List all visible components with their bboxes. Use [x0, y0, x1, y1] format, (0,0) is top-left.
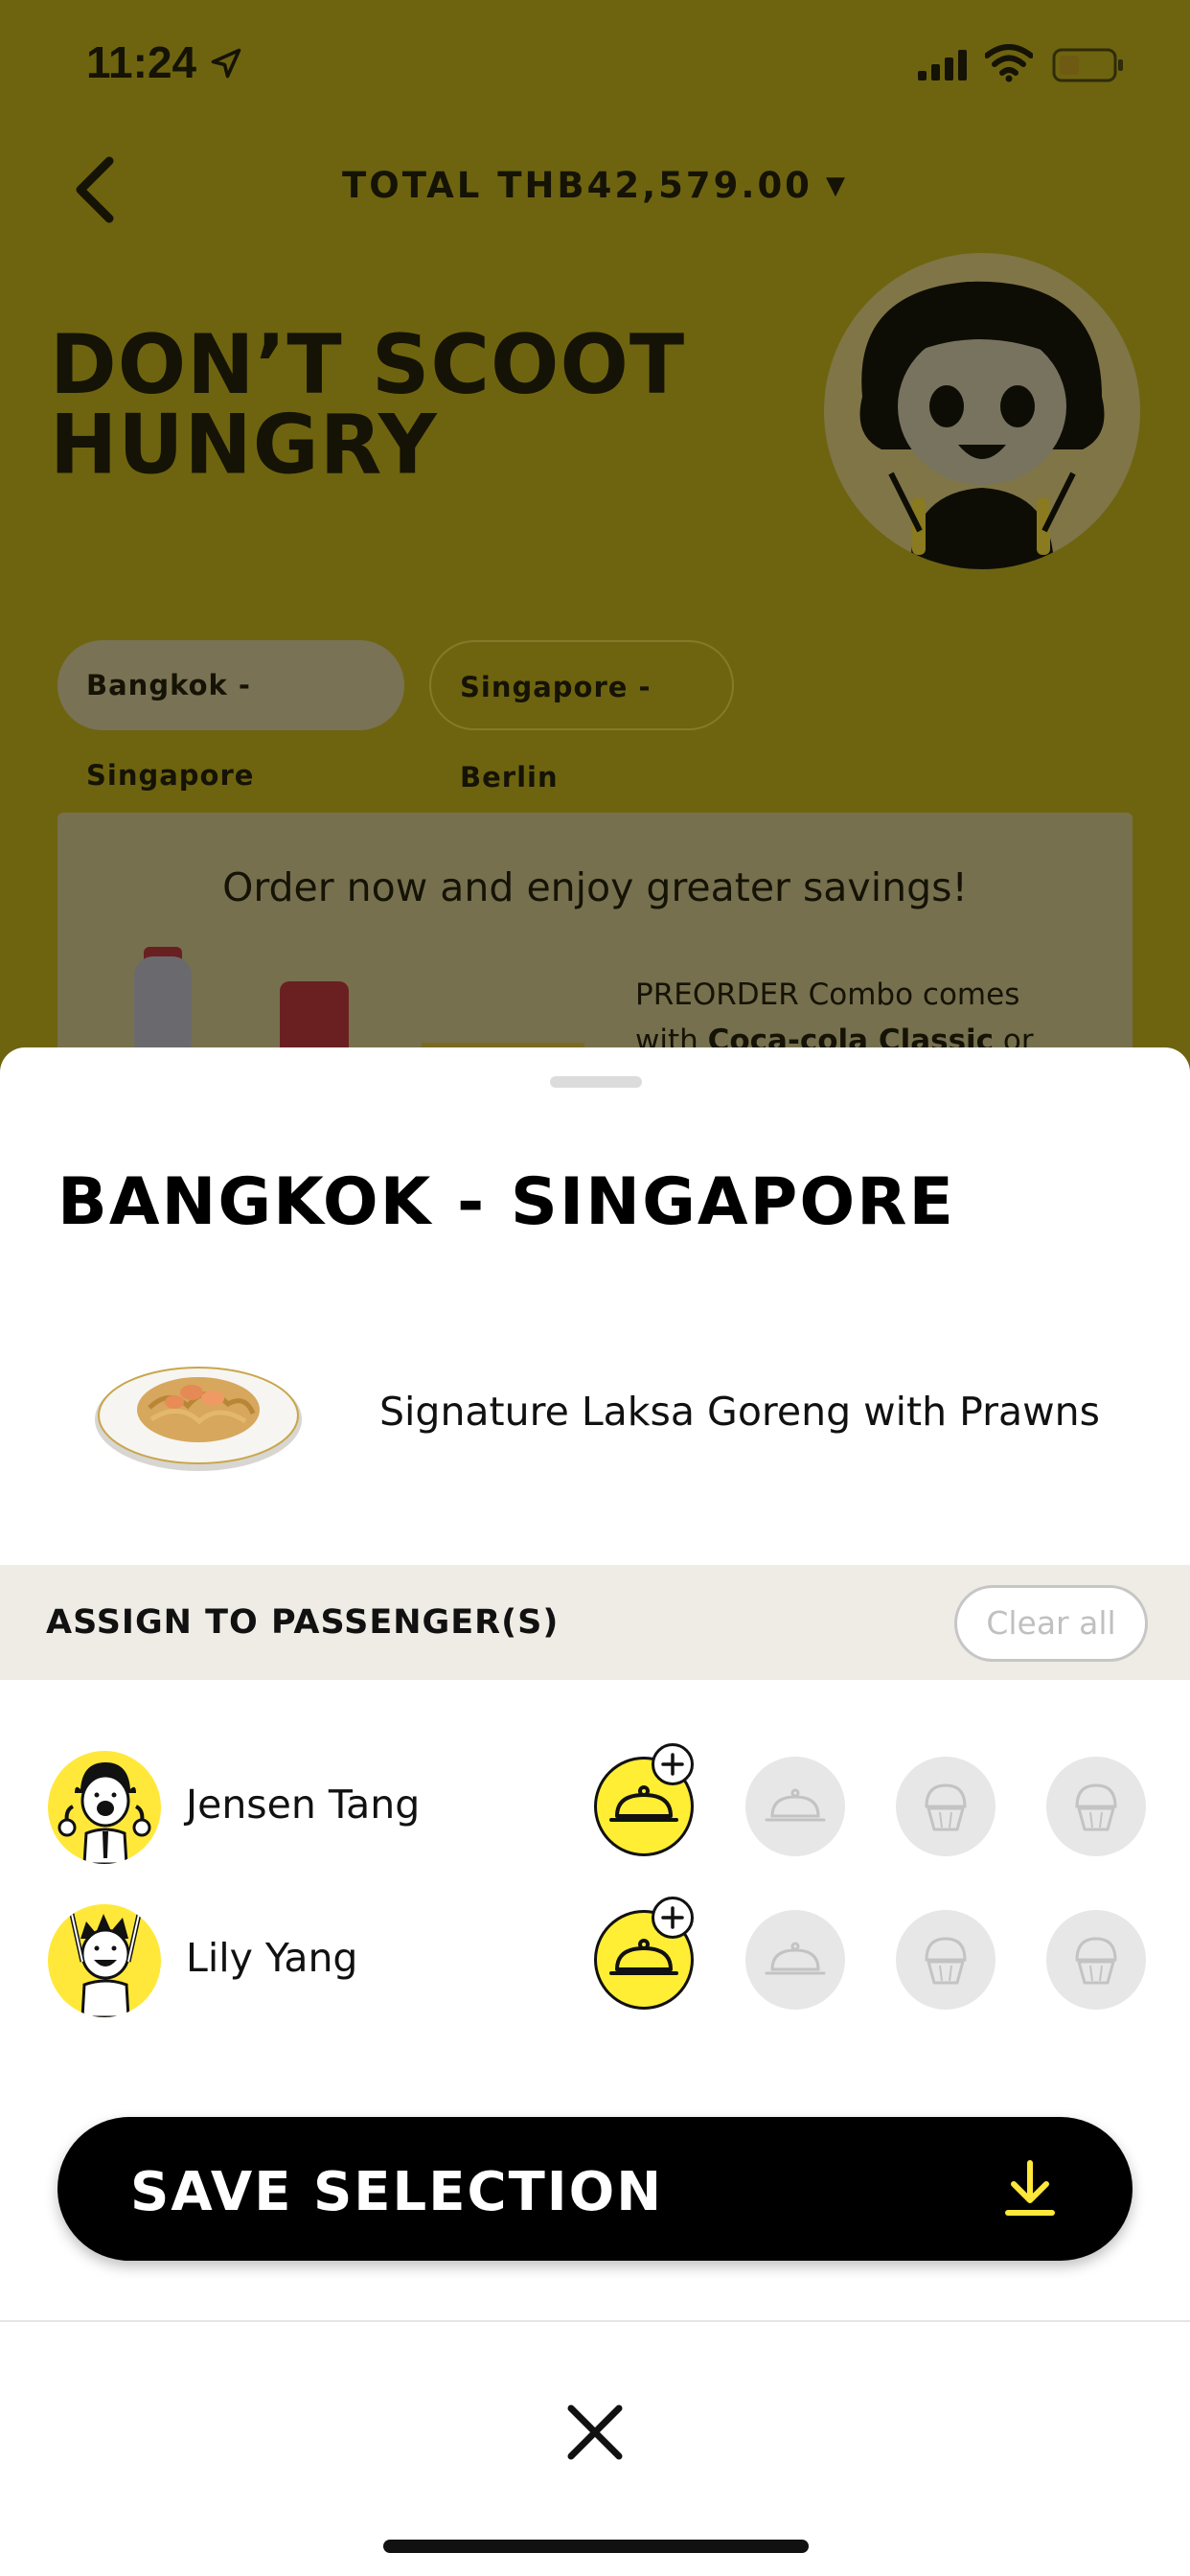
download-icon	[1005, 2160, 1055, 2216]
route-tab-singapore-berlin[interactable]: Singapore - Berlin	[429, 640, 734, 794]
hero-title-line-1: DON’T SCOOT	[50, 316, 686, 413]
assign-label: ASSIGN TO PASSENGER(S)	[46, 1603, 560, 1642]
cloche-icon	[765, 1788, 826, 1822]
passenger-cartoon-icon	[68, 1909, 143, 2017]
total-price-label: TOTAL THB42,579.00	[342, 165, 812, 206]
status-time: 11:24	[86, 37, 197, 87]
promo-title: Order now and enjoy greater savings!	[222, 864, 968, 910]
meal-assignment-sheet: BANGKOK - SINGAPORE Signature Laksa Gore…	[0, 1047, 1190, 2576]
laksa-dish-image	[95, 1367, 302, 1471]
avatar	[48, 1751, 161, 1864]
sheet-title: BANGKOK - SINGAPORE	[57, 1164, 955, 1240]
dessert-slot-empty[interactable]	[1046, 1757, 1146, 1856]
divider	[0, 2320, 1190, 2322]
hero-title: DON’T SCOOT HUNGRY	[50, 316, 721, 493]
avatar	[48, 1904, 161, 2017]
status-bar: 11:24	[0, 0, 1190, 125]
cupcake-icon	[925, 1937, 967, 1985]
save-selection-button[interactable]: SAVE SELECTION	[57, 2117, 1133, 2261]
cupcake-icon	[1075, 1783, 1117, 1831]
cloche-icon	[765, 1942, 826, 1975]
mascot-illustration	[824, 253, 1140, 569]
battery-icon	[1052, 48, 1123, 82]
location-arrow-icon	[211, 48, 241, 79]
promo-text-line-1: PREORDER Combo comes	[635, 978, 1020, 1012]
passenger-cartoon-icon	[57, 1762, 151, 1864]
hero-title-line-2: HUNGRY	[50, 396, 438, 493]
dessert-slot-empty[interactable]	[896, 1910, 995, 2010]
cupcake-icon	[1075, 1937, 1117, 1985]
close-icon[interactable]	[560, 2397, 630, 2468]
plus-icon	[661, 1753, 684, 1776]
dropdown-caret-icon: ▼	[825, 172, 848, 200]
add-meal-plus-icon[interactable]	[652, 1897, 694, 1939]
clear-all-button[interactable]: Clear all	[954, 1585, 1148, 1662]
main-meal-slot-empty[interactable]	[745, 1910, 845, 2010]
passenger-row: Lily Yang	[0, 1897, 1190, 2021]
wifi-icon	[985, 44, 1033, 82]
passenger-row: Jensen Tang	[0, 1743, 1190, 1868]
total-price-dropdown[interactable]: TOTAL THB42,579.00 ▼	[0, 165, 1190, 206]
sheet-grabber-handle[interactable]	[550, 1076, 642, 1088]
add-meal-plus-icon[interactable]	[652, 1743, 694, 1785]
assign-passengers-bar: ASSIGN TO PASSENGER(S) Clear all	[0, 1565, 1190, 1680]
route-tab-bangkok-singapore[interactable]: Bangkok - Singapore	[57, 640, 404, 792]
dish-name: Signature Laksa Goreng with Prawns	[379, 1389, 1101, 1435]
cupcake-icon	[925, 1783, 967, 1831]
plus-icon	[661, 1906, 684, 1929]
passenger-name: Jensen Tang	[186, 1782, 421, 1828]
main-meal-slot-empty[interactable]	[745, 1757, 845, 1856]
save-selection-label: SAVE SELECTION	[130, 2161, 664, 2223]
passenger-name: Lily Yang	[186, 1935, 358, 1981]
background-page: 11:24 TOTAL THB42,579.00 ▼ DON’T SCOOT H…	[0, 0, 1190, 1119]
home-indicator[interactable]	[383, 2540, 809, 2553]
cellular-signal-icon	[918, 50, 967, 80]
dessert-slot-empty[interactable]	[1046, 1910, 1146, 2010]
dessert-slot-empty[interactable]	[896, 1757, 995, 1856]
mascot-girl-icon	[859, 281, 1105, 569]
